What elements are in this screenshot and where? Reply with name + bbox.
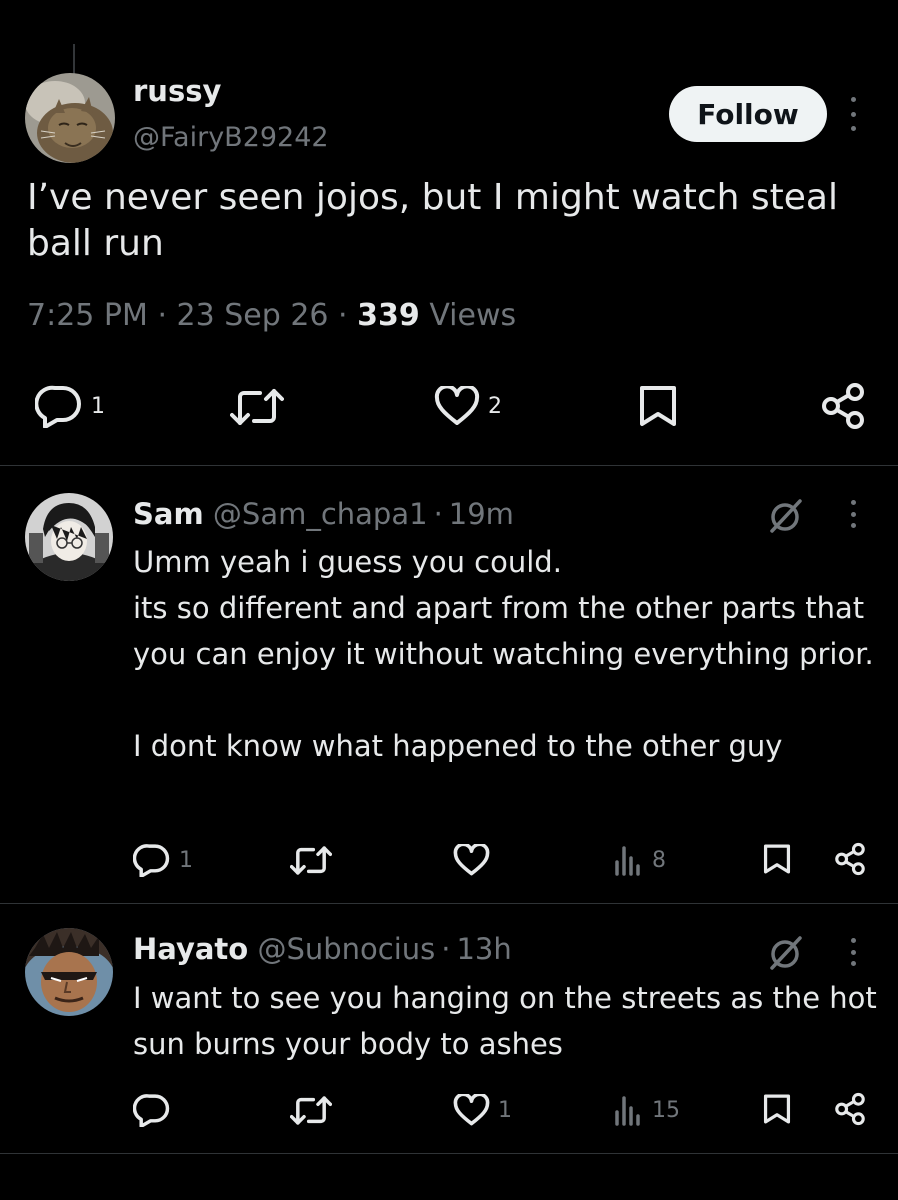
reply-header: Hayato @Subnocius · 13h <box>133 932 512 966</box>
grok-icon[interactable] <box>766 497 804 535</box>
reply-retweet-button[interactable] <box>290 845 332 876</box>
meta-separator: · <box>338 298 348 333</box>
reply-like-count: 1 <box>498 1097 512 1123</box>
reply-views-button[interactable]: 8 <box>614 844 666 876</box>
share-icon <box>835 842 865 876</box>
views-count: 339 <box>357 298 420 333</box>
russy-avatar[interactable] <box>25 73 115 163</box>
reply-icon <box>35 385 81 428</box>
reply-text: I want to see you hanging on the streets… <box>133 981 877 1061</box>
divider <box>0 903 898 904</box>
like-icon <box>453 844 490 876</box>
reply-views-count: 8 <box>652 847 666 873</box>
main-like-count: 2 <box>488 393 502 419</box>
views-label: Views <box>429 298 517 333</box>
views-icon <box>615 846 640 876</box>
reply-time[interactable]: 13h <box>456 932 511 966</box>
reply-like-button[interactable]: 1 <box>453 1094 512 1126</box>
reply-share-button[interactable] <box>834 842 866 876</box>
bookmark-icon <box>640 386 676 426</box>
retweet-icon <box>290 846 332 875</box>
main-reply-count: 1 <box>91 393 105 419</box>
main-retweet-button[interactable] <box>230 387 284 427</box>
views-icon <box>615 1096 640 1126</box>
thread-connector-line <box>73 44 75 74</box>
retweet-icon <box>290 1096 332 1125</box>
reply-bookmark-button[interactable] <box>762 1093 792 1125</box>
main-more-options-icon[interactable] <box>846 97 860 131</box>
divider <box>0 1153 898 1154</box>
main-bookmark-button[interactable] <box>637 384 679 428</box>
retweet-icon <box>230 389 284 425</box>
reply-reply-count: 1 <box>179 847 193 873</box>
reply-icon <box>133 844 170 877</box>
main-author-handle[interactable]: @FairyB29242 <box>133 122 329 153</box>
reply-views-button[interactable]: 15 <box>614 1094 680 1126</box>
reply-reply-button[interactable]: 1 <box>133 843 193 877</box>
reply-header: Sam @Sam_chapa1 · 19m <box>133 497 514 531</box>
reply-icon <box>133 1094 170 1127</box>
bookmark-icon <box>763 844 791 874</box>
tweet-date[interactable]: 23 Sep 26 <box>177 298 329 333</box>
bookmark-icon <box>763 1094 791 1124</box>
reply-text: Umm yeah i guess you could. its so diffe… <box>133 545 874 763</box>
reply-author-name[interactable]: Sam <box>133 497 204 531</box>
reply-retweet-button[interactable] <box>290 1095 332 1126</box>
reply-separator: · <box>441 932 451 966</box>
tweet-time[interactable]: 7:25 PM <box>27 298 148 333</box>
main-like-button[interactable]: 2 <box>434 386 502 426</box>
reply-bookmark-button[interactable] <box>762 843 792 875</box>
reply-more-options-icon[interactable] <box>846 500 860 528</box>
reply-views-count: 15 <box>652 1097 680 1123</box>
like-icon <box>453 1094 490 1126</box>
sam-avatar[interactable] <box>25 493 113 581</box>
divider <box>0 465 898 466</box>
reply-author-handle[interactable]: @Subnocius <box>257 932 435 966</box>
hayato-avatar[interactable] <box>25 928 113 1016</box>
main-share-button[interactable] <box>820 382 866 430</box>
reply-more-options-icon[interactable] <box>846 938 860 966</box>
reply-like-button[interactable] <box>453 844 490 876</box>
follow-button[interactable]: Follow <box>669 86 827 142</box>
tweet-meta: 7:25 PM · 23 Sep 26 · 339 Views <box>27 298 516 333</box>
reply-share-button[interactable] <box>834 1092 866 1126</box>
main-tweet-text: I’ve never seen jojos, but I might watch… <box>27 177 838 264</box>
grok-icon[interactable] <box>766 934 804 972</box>
reply-reply-button[interactable] <box>133 1093 171 1127</box>
reply-author-name[interactable]: Hayato <box>133 932 248 966</box>
reply-author-handle[interactable]: @Sam_chapa1 <box>213 497 428 531</box>
meta-separator: · <box>157 298 167 333</box>
share-icon <box>835 1092 865 1126</box>
like-icon <box>434 386 480 425</box>
main-author-name[interactable]: russy <box>133 74 221 108</box>
reply-separator: · <box>433 497 443 531</box>
main-reply-button[interactable]: 1 <box>35 384 105 428</box>
reply-time[interactable]: 19m <box>449 497 514 531</box>
share-icon <box>822 383 864 429</box>
